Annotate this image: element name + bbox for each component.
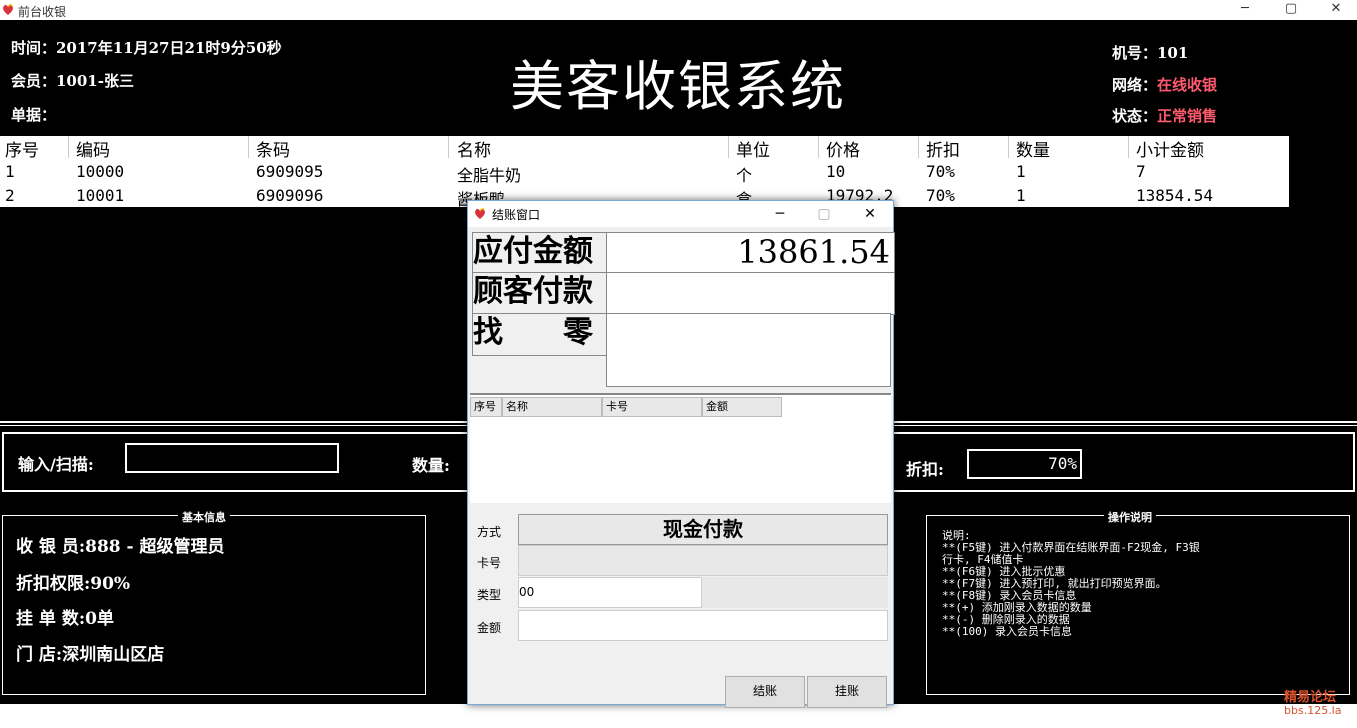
cell-unit: 个 [736,166,753,185]
change-value [606,313,891,387]
status-strip [0,704,1357,728]
minimize-button[interactable]: ─ [1225,0,1265,20]
type-extra-field [702,577,888,608]
quantity-label: 数量: [412,456,450,475]
col-header-price[interactable]: 价格 [826,136,860,161]
items-grid[interactable]: 序号 编码 条码 名称 单位 价格 折扣 数量 小计金额 1 10000 690… [0,136,1289,209]
payment-method-select[interactable]: 现金付款 [518,514,888,545]
cell-code: 10001 [76,186,125,205]
cell-qty: 1 [1016,186,1026,205]
amount-label: 金额 [477,621,502,635]
app-title: 美客收银系统 [510,55,846,118]
status-label: 状态： [1112,107,1158,125]
grid-divider [1128,136,1129,158]
maximize-button[interactable]: ▢ [1271,0,1311,20]
network-value: 在线收银 [1157,76,1218,94]
type-input[interactable]: 00 [518,577,702,608]
pending-orders-text: 挂 单 数:0单 [16,609,114,629]
checkout-dialog: 结账窗口 ─ ▢ ✕ 应付金额 13861.54 顾客付款 找 零 序号 名称 … [467,200,895,708]
change-label: 找 零 [472,313,608,356]
col-header-subtotal[interactable]: 小计金额 [1136,136,1204,161]
discount-limit-text: 折扣权限:90% [16,574,131,594]
card-label: 卡号 [477,556,502,570]
col-header-unit[interactable]: 单位 [736,136,770,161]
app-icon [3,4,13,15]
cell-qty: 1 [1016,162,1026,181]
watermark-text: 精易论坛 [1284,690,1337,705]
table-row[interactable]: 1 10000 6909095 全脂牛奶 个 10 70% 1 7 [0,160,1289,185]
window-titlebar: 前台收银 ─ ▢ ✕ [0,0,1357,20]
ops-text: 说明: **(F5键) 进入付款界面在结账界面-F2现金, F3银 行卡, F4… [942,529,1200,638]
checkout-button[interactable]: 结账 [725,676,805,708]
cell-discount: 70% [926,162,955,181]
dialog-titlebar: 结账窗口 ─ ▢ ✕ [468,201,893,227]
amount-due-label: 应付金额 [472,232,608,274]
dialog-maximize-button: ▢ [817,206,831,222]
scan-label: 输入/扫描: [18,455,94,474]
cell-discount: 70% [926,186,955,205]
network-label: 网络： [1112,76,1158,94]
hold-button[interactable]: 挂账 [807,676,887,708]
payments-col-index[interactable]: 序号 [470,397,502,417]
grid-divider [918,136,919,158]
member-text: 会员：1001-张三 [11,72,134,90]
scan-input[interactable] [125,443,339,473]
sale-status: 状态：正常销售 [1112,105,1217,126]
discount-input[interactable]: 70% [967,449,1082,479]
document-text: 单据： [11,106,57,124]
cell-name: 全脂牛奶 [457,166,522,185]
basic-info-title: 基本信息 [178,509,230,525]
col-header-discount[interactable]: 折扣 [926,136,960,161]
cell-subtotal: 13854.54 [1136,186,1214,205]
grid-divider [248,136,249,158]
cell-barcode: 6909096 [256,186,324,205]
dialog-title: 结账窗口 [492,208,541,222]
discount-label: 折扣: [906,460,944,479]
store-text: 门 店:深圳南山区店 [16,645,165,665]
watermark-url: bbs.125.la [1284,704,1342,717]
cashier-text: 收 银 员:888 - 超级管理员 [16,537,225,557]
cell-code: 10000 [76,162,125,181]
col-header-qty[interactable]: 数量 [1016,136,1050,161]
cell-price: 10 [826,162,846,181]
amount-input[interactable] [518,610,888,641]
type-label: 类型 [477,588,502,602]
col-header-index[interactable]: 序号 [5,136,39,161]
customer-paid-label: 顾客付款 [472,272,608,315]
payments-col-amount[interactable]: 金额 [702,397,782,417]
app-icon [475,208,485,219]
grid-divider [448,136,449,158]
customer-paid-input[interactable] [606,272,895,315]
dialog-minimize-button[interactable]: ─ [758,203,802,225]
grid-divider [1008,136,1009,158]
payments-col-name[interactable]: 名称 [502,397,602,417]
cell-subtotal: 7 [1136,162,1146,181]
amount-due-value: 13861.54 [606,232,895,274]
grid-divider [728,136,729,158]
network-status: 网络：在线收银 [1112,74,1217,95]
time-text: 时间：2017年11月27日21时9分50秒 [11,39,282,57]
grid-divider [818,136,819,158]
ops-title: 操作说明 [1104,509,1156,525]
grid-header-row: 序号 编码 条码 名称 单位 价格 折扣 数量 小计金额 [0,136,1289,161]
dialog-close-button[interactable]: ✕ [848,203,892,225]
cell-index: 1 [5,162,15,181]
window-title: 前台收银 [18,5,67,19]
col-header-barcode[interactable]: 条码 [256,136,290,161]
col-header-name[interactable]: 名称 [457,136,491,161]
grid-divider [68,136,69,158]
close-button[interactable]: ✕ [1316,0,1356,20]
cell-barcode: 6909095 [256,162,324,181]
payments-col-card[interactable]: 卡号 [602,397,702,417]
machine-number: 机号：101 [1112,44,1189,62]
col-header-code[interactable]: 编码 [76,136,110,161]
status-value: 正常销售 [1157,107,1218,125]
cell-index: 2 [5,186,15,205]
method-label: 方式 [477,525,502,539]
card-number-input[interactable] [518,545,888,576]
